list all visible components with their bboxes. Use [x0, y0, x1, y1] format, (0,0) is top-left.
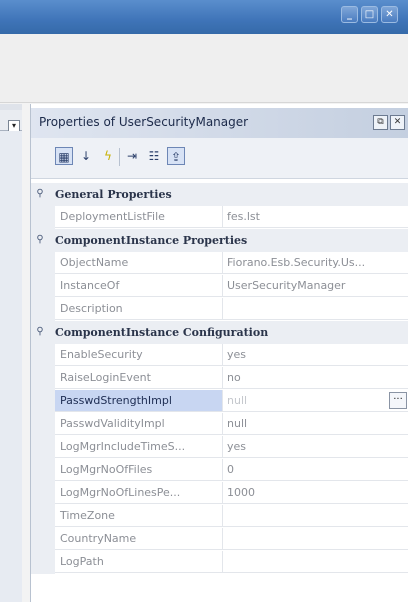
property-name: Description [55, 298, 223, 320]
category-general-properties[interactable]: ⚲ General Properties [31, 183, 408, 206]
property-row-logmgrnooffiles[interactable]: LogMgrNoOfFiles 0 [31, 459, 408, 482]
property-name: EnableSecurity [55, 344, 223, 366]
pin-icon[interactable]: ⇥ [123, 147, 141, 165]
property-row-passwdvalidityimpl[interactable]: PasswdValidityImpl null [31, 413, 408, 436]
category-label: General Properties [55, 188, 172, 201]
property-name: RaiseLoginEvent [55, 367, 223, 389]
property-value[interactable]: 0 [223, 459, 408, 481]
property-row-enablesecurity[interactable]: EnableSecurity yes [31, 344, 408, 367]
minimize-icon: _ [347, 9, 352, 20]
properties-panel: Properties of UserSecurityManager ⧉ ✕ ▦ … [30, 104, 408, 602]
export-icon[interactable]: ⇪ [167, 147, 185, 165]
property-value[interactable]: 1000 [223, 482, 408, 504]
property-row-countryname[interactable]: CountryName [31, 528, 408, 551]
property-value[interactable]: Fiorano.Esb.Security.Us... [223, 252, 408, 274]
left-panel-body [0, 131, 22, 602]
property-value[interactable] [223, 505, 408, 527]
toolbar-separator [119, 148, 120, 166]
property-name: CountryName [55, 528, 223, 550]
property-value[interactable]: no [223, 367, 408, 389]
collapse-toggle-icon[interactable]: ⚲ [35, 188, 45, 200]
property-name: LogMgrNoOfLinesPe... [55, 482, 223, 504]
categorized-view-icon[interactable]: ▦ [55, 147, 73, 165]
property-value[interactable] [223, 528, 408, 550]
property-row-logmgrincludetimestamp[interactable]: LogMgrIncludeTimeS... yes [31, 436, 408, 459]
property-name: DeploymentListFile [55, 206, 223, 228]
property-value[interactable]: UserSecurityManager [223, 275, 408, 297]
property-row-description[interactable]: Description [31, 298, 408, 321]
property-row-instanceof[interactable]: InstanceOf UserSecurityManager [31, 275, 408, 298]
restore-panel-button[interactable]: ⧉ [373, 115, 388, 130]
splitter[interactable] [22, 104, 30, 602]
category-label: ComponentInstance Configuration [55, 326, 269, 339]
events-bolt-icon[interactable]: ϟ [99, 147, 117, 165]
property-value[interactable] [223, 298, 408, 320]
property-name: ObjectName [55, 252, 223, 274]
property-row-objectname[interactable]: ObjectName Fiorano.Esb.Security.Us... [31, 252, 408, 275]
property-name: InstanceOf [55, 275, 223, 297]
property-value[interactable]: yes [223, 344, 408, 366]
left-panel-header: ▾ [0, 110, 22, 132]
property-row-raiseloginevent[interactable]: RaiseLoginEvent no [31, 367, 408, 390]
property-value[interactable]: yes [223, 436, 408, 458]
maximize-icon: □ [364, 9, 375, 20]
category-label: ComponentInstance Properties [55, 234, 248, 247]
sort-alphabetical-icon[interactable]: ↓ [77, 147, 95, 165]
toolbar-area [0, 34, 408, 103]
properties-panel-title: Properties of UserSecurityManager [39, 115, 249, 129]
minimize-button[interactable]: _ [341, 6, 358, 23]
category-componentinstance-properties[interactable]: ⚲ ComponentInstance Properties [31, 229, 408, 252]
property-value[interactable]: fes.lst [223, 206, 408, 228]
property-value[interactable] [223, 551, 408, 573]
collapse-toggle-icon[interactable]: ⚲ [35, 234, 45, 246]
property-value[interactable]: null [223, 390, 408, 412]
property-name: LogPath [55, 551, 223, 573]
property-name: PasswdStrengthImpl [55, 390, 223, 412]
property-row-logpath[interactable]: LogPath [31, 551, 408, 574]
close-window-button[interactable]: ✕ [381, 6, 398, 23]
close-panel-button[interactable]: ✕ [390, 115, 405, 130]
property-row-deploymentlistfile[interactable]: DeploymentListFile fes.lst [31, 206, 408, 229]
left-panel: ▾ [0, 104, 22, 602]
category-componentinstance-configuration[interactable]: ⚲ ComponentInstance Configuration [31, 321, 408, 344]
window-title-bar: _ □ ✕ [0, 0, 408, 34]
property-name: TimeZone [55, 505, 223, 527]
collapse-toggle-icon[interactable]: ⚲ [35, 326, 45, 338]
property-name: LogMgrNoOfFiles [55, 459, 223, 481]
property-value[interactable]: null [223, 413, 408, 435]
properties-toolbar: ▦ ↓ ϟ ⇥ ☷ ⇪ [31, 138, 408, 179]
property-name: PasswdValidityImpl [55, 413, 223, 435]
property-name: LogMgrIncludeTimeS... [55, 436, 223, 458]
property-row-timezone[interactable]: TimeZone [31, 505, 408, 528]
description-toggle-icon[interactable]: ☷ [145, 147, 163, 165]
property-row-passwdstrengthimpl[interactable]: PasswdStrengthImpl null ··· [31, 390, 408, 413]
properties-panel-title-bar: Properties of UserSecurityManager ⧉ ✕ [31, 108, 408, 138]
close-icon: ✕ [385, 9, 394, 20]
maximize-button[interactable]: □ [361, 6, 378, 23]
property-row-logmgrnooflines[interactable]: LogMgrNoOfLinesPe... 1000 [31, 482, 408, 505]
ellipsis-button[interactable]: ··· [389, 392, 407, 409]
